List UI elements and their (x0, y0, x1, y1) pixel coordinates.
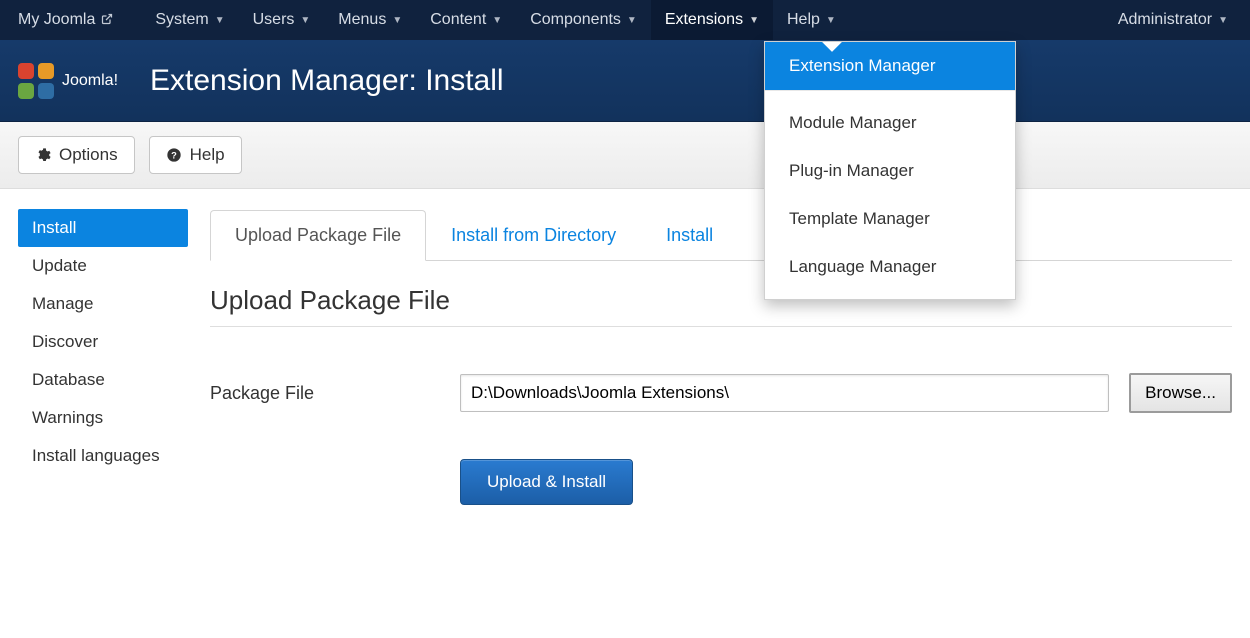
browse-button[interactable]: Browse... (1129, 373, 1232, 413)
svg-text:?: ? (171, 150, 177, 160)
brand-link[interactable]: My Joomla (18, 11, 113, 29)
dropdown-item-extension-manager[interactable]: Extension Manager (765, 42, 1015, 90)
sidebar-item-database[interactable]: Database (18, 361, 188, 399)
caret-down-icon: ▼ (627, 15, 637, 26)
content-body: Install Update Manage Discover Database … (0, 189, 1250, 525)
dropdown-item-language-manager[interactable]: Language Manager (765, 243, 1015, 291)
menu-components[interactable]: Components▼ (516, 0, 651, 40)
upload-install-button[interactable]: Upload & Install (460, 459, 633, 505)
sidebar-item-install[interactable]: Install (18, 209, 188, 247)
package-file-label: Package File (210, 383, 440, 404)
options-button-label: Options (59, 145, 118, 165)
sidebar-item-update[interactable]: Update (18, 247, 188, 285)
menu-system[interactable]: System▼ (141, 0, 238, 40)
user-menu[interactable]: Administrator ▼ (1114, 11, 1232, 29)
caret-down-icon: ▼ (492, 15, 502, 26)
package-file-row: Package File Browse... (210, 373, 1232, 413)
tab-install-from-url[interactable]: Install (641, 210, 738, 261)
help-button-label: Help (190, 145, 225, 165)
tab-install-from-directory[interactable]: Install from Directory (426, 210, 641, 261)
caret-down-icon: ▼ (215, 15, 225, 26)
caret-down-icon: ▼ (392, 15, 402, 26)
sidebar: Install Update Manage Discover Database … (18, 209, 188, 475)
page-header: Joomla! Extension Manager: Install (0, 40, 1250, 122)
tabs: Upload Package File Install from Directo… (210, 209, 1232, 261)
main-panel: Upload Package File Install from Directo… (210, 209, 1232, 505)
menu-help[interactable]: Help▼ (773, 0, 850, 40)
sidebar-item-discover[interactable]: Discover (18, 323, 188, 361)
dropdown-item-template-manager[interactable]: Template Manager (765, 195, 1015, 243)
options-button[interactable]: Options (18, 136, 135, 174)
caret-down-icon: ▼ (826, 15, 836, 26)
user-menu-label: Administrator (1118, 11, 1212, 29)
gear-icon (35, 147, 51, 163)
external-link-icon (101, 13, 113, 28)
caret-down-icon: ▼ (749, 15, 759, 26)
page-title: Extension Manager: Install (150, 64, 504, 98)
dropdown-item-plugin-manager[interactable]: Plug-in Manager (765, 147, 1015, 195)
joomla-wordmark: Joomla! (62, 72, 118, 90)
tab-panel-upload: Upload Package File Package File Browse.… (210, 261, 1232, 505)
caret-down-icon: ▼ (1218, 15, 1228, 26)
joomla-mark-icon (18, 63, 54, 99)
sidebar-item-warnings[interactable]: Warnings (18, 399, 188, 437)
menu-menus[interactable]: Menus▼ (324, 0, 416, 40)
toolbar: Options ? Help (0, 122, 1250, 189)
panel-divider (210, 326, 1232, 327)
top-navbar: My Joomla System▼ Users▼ Menus▼ Content▼… (0, 0, 1250, 40)
dropdown-item-module-manager[interactable]: Module Manager (765, 99, 1015, 147)
help-button[interactable]: ? Help (149, 136, 242, 174)
help-icon: ? (166, 147, 182, 163)
extensions-dropdown: Extension Manager Module Manager Plug-in… (764, 41, 1016, 300)
package-file-input[interactable] (460, 374, 1109, 412)
menu-content[interactable]: Content▼ (416, 0, 516, 40)
menu-extensions[interactable]: Extensions▼ (651, 0, 773, 40)
panel-heading: Upload Package File (210, 285, 1232, 316)
main-menu: System▼ Users▼ Menus▼ Content▼ Component… (141, 0, 1113, 40)
joomla-logo: Joomla! (18, 63, 118, 99)
sidebar-item-manage[interactable]: Manage (18, 285, 188, 323)
caret-down-icon: ▼ (300, 15, 310, 26)
sidebar-item-install-languages[interactable]: Install languages (18, 437, 188, 475)
tab-upload-package[interactable]: Upload Package File (210, 210, 426, 261)
menu-users[interactable]: Users▼ (239, 0, 325, 40)
brand-label: My Joomla (18, 11, 95, 29)
